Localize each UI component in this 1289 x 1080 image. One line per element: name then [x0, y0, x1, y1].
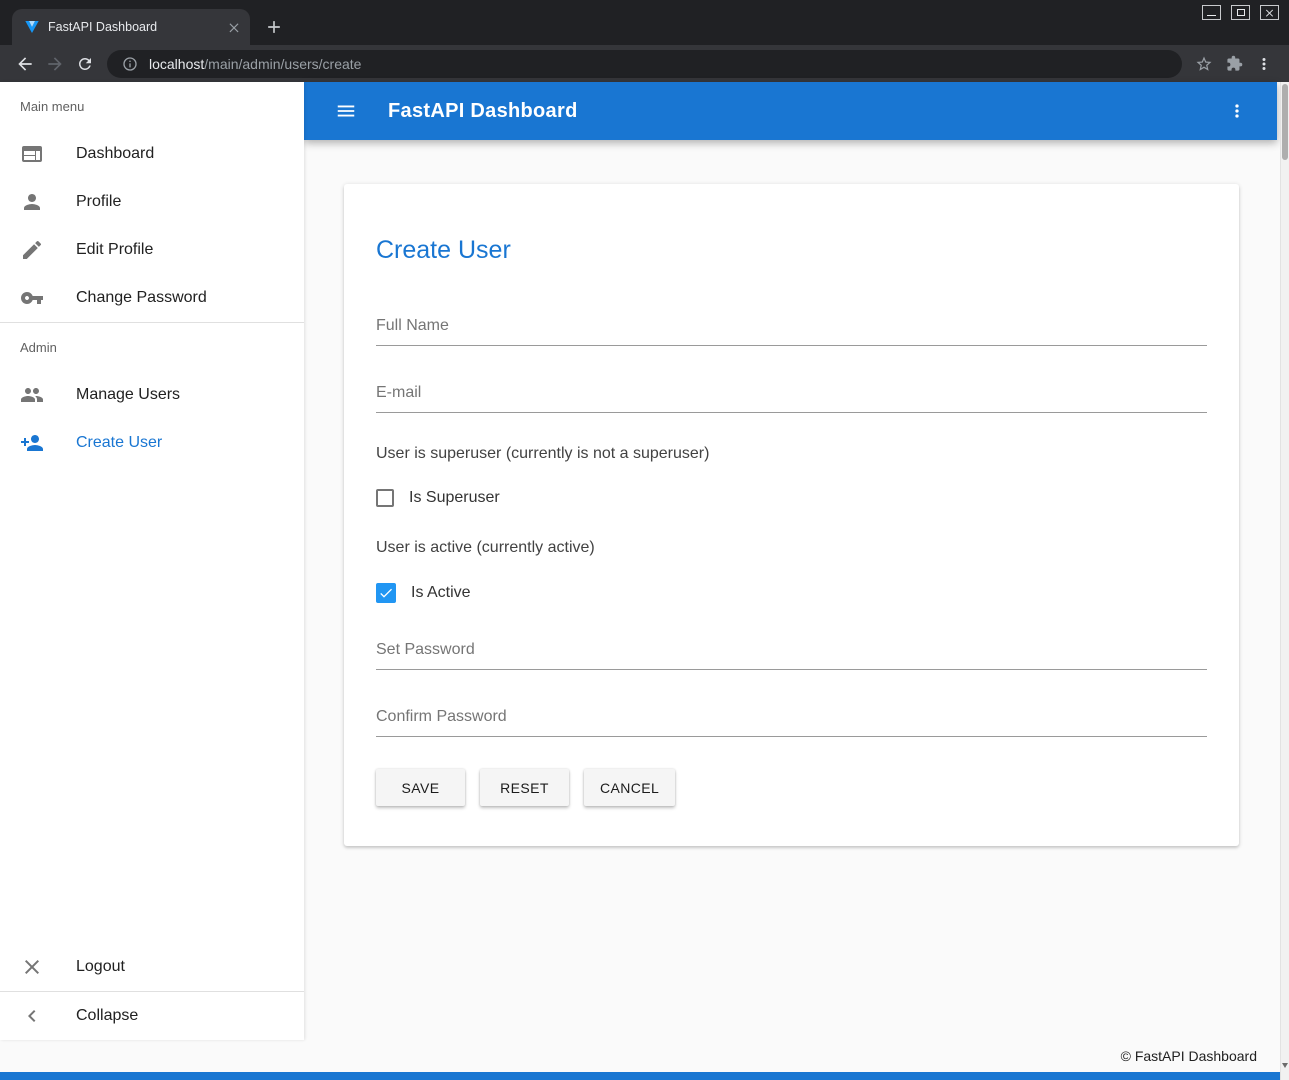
dashboard-icon — [20, 142, 44, 166]
scrollbar-down-arrow[interactable] — [1282, 1063, 1288, 1068]
sidebar-item-label: Dashboard — [76, 145, 154, 163]
app-bar: FastAPI Dashboard — [304, 82, 1277, 140]
scrollbar-thumb[interactable] — [1282, 84, 1288, 160]
full-name-input[interactable] — [376, 311, 1207, 346]
extensions-button[interactable] — [1219, 49, 1249, 79]
is-active-checkbox-row[interactable]: Is Active — [376, 583, 1207, 603]
refresh-button[interactable] — [70, 49, 100, 79]
site-info-icon[interactable] — [120, 54, 140, 74]
url-text: localhost/main/admin/users/create — [149, 56, 361, 72]
star-icon — [1195, 55, 1213, 73]
extension-icon — [1226, 55, 1243, 72]
forward-icon — [45, 54, 65, 74]
confirm-password-input[interactable] — [376, 702, 1207, 737]
url-path: /main/admin/users/create — [204, 56, 361, 72]
sidebar-item-create-user[interactable]: Create User — [0, 419, 304, 467]
forward-button[interactable] — [40, 49, 70, 79]
pencil-icon — [20, 238, 44, 262]
browser-menu-button[interactable] — [1249, 49, 1279, 79]
tab-title: FastAPI Dashboard — [48, 20, 217, 34]
new-tab-button[interactable] — [260, 13, 288, 41]
hamburger-icon — [335, 100, 357, 122]
cancel-button[interactable]: CANCEL — [584, 769, 675, 806]
footer-accent-bar — [0, 1072, 1289, 1080]
maximize-icon — [1237, 9, 1245, 16]
reset-button[interactable]: RESET — [480, 769, 569, 806]
maximize-button[interactable] — [1231, 5, 1250, 20]
create-user-card: Create User User is superuser (currently… — [344, 184, 1239, 846]
sidebar-item-collapse[interactable]: Collapse — [0, 992, 304, 1040]
is-active-label: Is Active — [411, 584, 471, 602]
sidebar-item-label: Manage Users — [76, 386, 180, 404]
browser-window: FastAPI Dashboard — [0, 0, 1289, 1080]
superuser-hint-text: User is superuser (currently is not a su… — [376, 445, 1207, 463]
people-icon — [20, 383, 44, 407]
sidebar-item-label: Edit Profile — [76, 241, 153, 259]
sidebar-item-label: Create User — [76, 434, 162, 452]
minimize-icon — [1207, 15, 1216, 16]
sidebar-item-profile[interactable]: Profile — [0, 178, 304, 226]
url-bar[interactable]: localhost/main/admin/users/create — [107, 50, 1182, 78]
is-superuser-checkbox[interactable] — [376, 489, 394, 507]
sidebar-item-label: Collapse — [76, 1007, 138, 1025]
close-icon — [1264, 7, 1275, 18]
person-icon — [20, 190, 44, 214]
sidebar-item-label: Logout — [76, 958, 125, 976]
checkmark-icon — [378, 585, 394, 601]
is-active-checkbox[interactable] — [376, 583, 396, 603]
save-button[interactable]: SAVE — [376, 769, 465, 806]
page-title: Create User — [376, 236, 1207, 265]
logout-x-icon — [20, 955, 44, 979]
kebab-menu-icon — [1227, 101, 1247, 121]
bookmark-star-button[interactable] — [1189, 49, 1219, 79]
kebab-menu-icon — [1255, 55, 1273, 73]
sidebar-section-admin: Admin — [0, 323, 304, 371]
back-button[interactable] — [10, 49, 40, 79]
close-button[interactable] — [1260, 5, 1279, 20]
sidebar-item-label: Profile — [76, 193, 121, 211]
sidebar-item-change-password[interactable]: Change Password — [0, 274, 304, 322]
email-input[interactable] — [376, 378, 1207, 413]
sidebar-spacer — [0, 467, 304, 943]
key-icon — [20, 286, 44, 310]
browser-toolbar: localhost/main/admin/users/create — [0, 45, 1289, 82]
sidebar-item-label: Change Password — [76, 289, 207, 307]
tab-close-icon[interactable] — [225, 19, 242, 36]
url-host: localhost — [149, 56, 204, 72]
chevron-left-icon — [20, 1004, 44, 1028]
sidebar-item-edit-profile[interactable]: Edit Profile — [0, 226, 304, 274]
page-footer: © FastAPI Dashboard — [0, 1040, 1289, 1072]
set-password-input[interactable] — [376, 635, 1207, 670]
browser-tab[interactable]: FastAPI Dashboard — [12, 9, 250, 45]
hamburger-menu-button[interactable] — [328, 93, 364, 129]
back-icon — [15, 54, 35, 74]
active-hint-text: User is active (currently active) — [376, 539, 1207, 557]
copyright-text: © FastAPI Dashboard — [1121, 1048, 1257, 1064]
page-viewport: Main menu Dashboard Profile — [0, 82, 1289, 1080]
main-area: FastAPI Dashboard Create User User is su… — [304, 82, 1289, 1040]
minimize-button[interactable] — [1202, 5, 1221, 20]
sidebar: Main menu Dashboard Profile — [0, 82, 304, 1040]
page-content: Create User User is superuser (currently… — [304, 140, 1289, 1040]
page-scrollbar[interactable] — [1280, 82, 1289, 1080]
sidebar-section-main-menu: Main menu — [0, 82, 304, 130]
appbar-title: FastAPI Dashboard — [388, 100, 578, 123]
is-superuser-checkbox-row[interactable]: Is Superuser — [376, 489, 1207, 507]
browser-tab-strip: FastAPI Dashboard — [0, 0, 1289, 45]
refresh-icon — [76, 55, 94, 73]
appbar-menu-button[interactable] — [1219, 93, 1255, 129]
form-actions: SAVE RESET CANCEL — [376, 769, 1207, 806]
vuetify-logo-icon — [24, 19, 40, 35]
sidebar-item-manage-users[interactable]: Manage Users — [0, 371, 304, 419]
person-add-icon — [20, 431, 44, 455]
is-superuser-label: Is Superuser — [409, 489, 500, 507]
sidebar-item-dashboard[interactable]: Dashboard — [0, 130, 304, 178]
sidebar-item-logout[interactable]: Logout — [0, 943, 304, 991]
window-controls — [1202, 5, 1279, 20]
